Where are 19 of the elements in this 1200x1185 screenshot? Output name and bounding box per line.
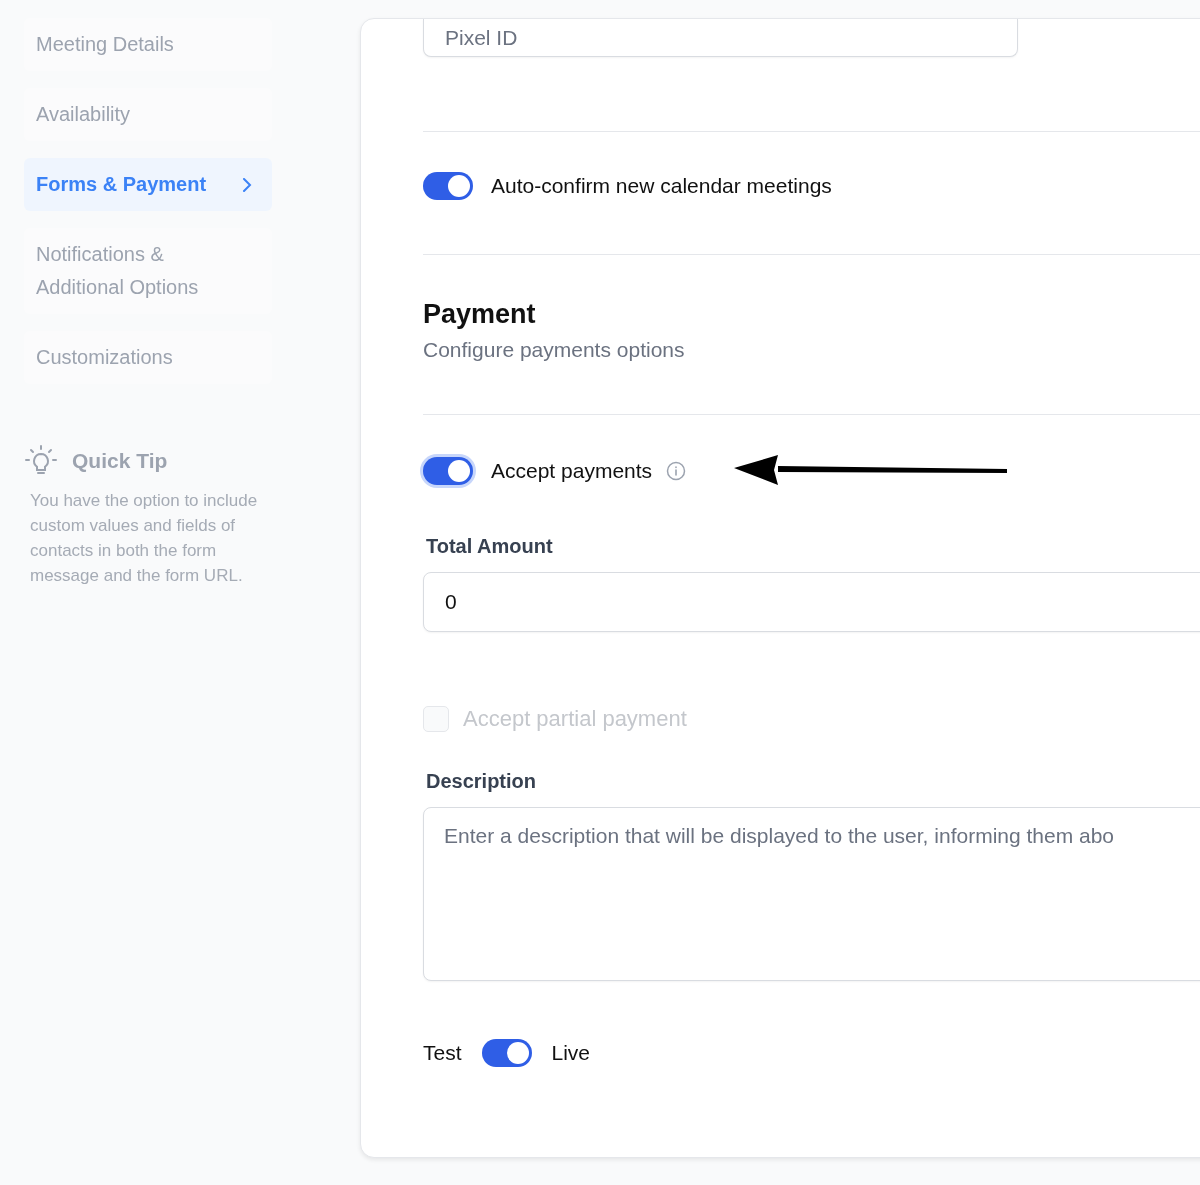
section-subtitle: Configure payments options: [423, 338, 686, 362]
toggle-label: Accept payments: [491, 459, 653, 483]
field-label: Description: [426, 770, 538, 793]
toggle-switch[interactable]: [481, 1039, 532, 1067]
quick-tip-text: You have the option to include custom values and fields of contacts in both the form message and the form URL.: [30, 490, 259, 587]
toggle-label: Auto-confirm new calendar meetings: [491, 174, 832, 198]
total-amount-field[interactable]: 0: [423, 572, 1200, 632]
quick-tip-title: Quick Tip: [72, 449, 168, 473]
description-field[interactable]: Enter a description that will be displayed to the user, informing them abo: [423, 807, 1200, 981]
toggle-label: Test: [423, 1041, 462, 1065]
toggle-label: Live: [551, 1041, 591, 1065]
toggle-switch[interactable]: [423, 172, 473, 200]
sidebar-item[interactable]: Forms & Payment: [24, 158, 272, 211]
field-label: Total Amount: [426, 535, 554, 558]
section-title: Payment: [423, 299, 537, 330]
checkbox-label: Accept partial payment: [463, 706, 687, 732]
pixel-id-field[interactable]: Pixel ID: [423, 19, 1018, 57]
chevron-right-icon: [242, 177, 252, 192]
toggle-switch[interactable]: [423, 457, 473, 485]
